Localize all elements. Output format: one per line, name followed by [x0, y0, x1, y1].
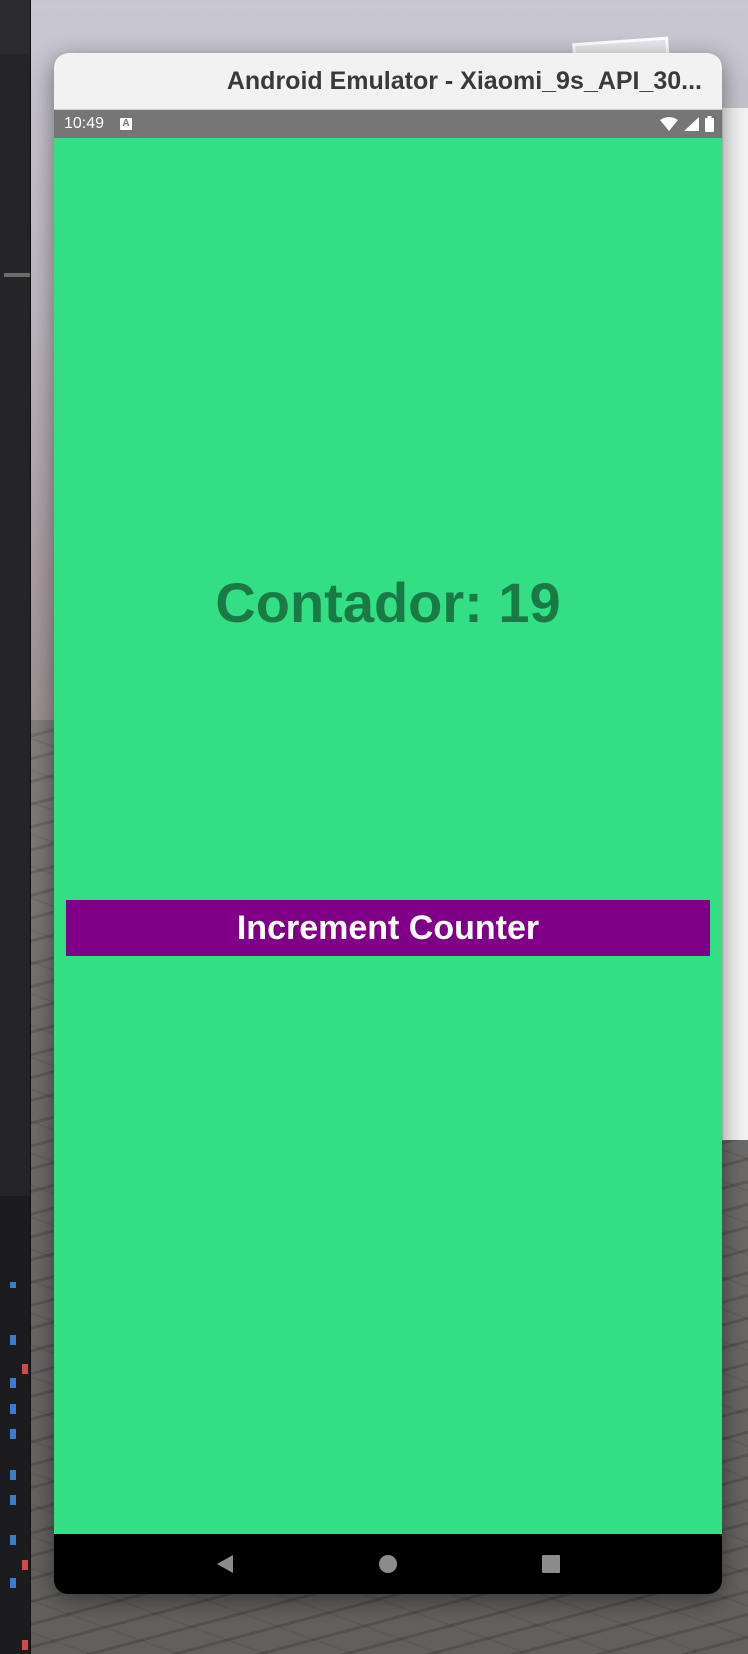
- android-emulator-window: Android Emulator - Xiaomi_9s_API_30... 1…: [54, 53, 722, 1594]
- ide-gutter-mark: [10, 1404, 16, 1414]
- ide-tab-indicator: [4, 273, 30, 277]
- ide-gutter-mark: [10, 1495, 16, 1505]
- wifi-icon: [660, 117, 678, 131]
- android-nav-bar: [54, 1534, 722, 1594]
- window-title: Android Emulator - Xiaomi_9s_API_30...: [226, 66, 702, 95]
- ide-toolbar: [0, 0, 30, 54]
- ide-gutter-mark: [22, 1364, 28, 1374]
- status-icons: [660, 116, 714, 132]
- ide-gutter-mark: [10, 1578, 16, 1588]
- recents-button[interactable]: [531, 1544, 571, 1584]
- ide-gutter-mark: [10, 1282, 16, 1288]
- back-button[interactable]: [205, 1544, 245, 1584]
- ide-gutter-mark: [22, 1640, 28, 1650]
- recents-icon: [541, 1555, 560, 1573]
- emulator-titlebar[interactable]: Android Emulator - Xiaomi_9s_API_30...: [54, 53, 722, 110]
- android-status-bar: 10:49 A: [54, 110, 722, 138]
- counter-label: Contador: 19: [215, 571, 561, 634]
- ide-gutter-mark: [10, 1535, 16, 1545]
- ide-gutter-mark: [10, 1335, 16, 1345]
- battery-icon: [705, 116, 714, 132]
- back-icon: [217, 1555, 234, 1573]
- ide-gutter-mark: [10, 1470, 16, 1480]
- signal-icon: [684, 117, 699, 131]
- background-window-partial: [722, 108, 748, 1140]
- notification-icon: A: [120, 118, 133, 130]
- ide-gutter-mark: [22, 1560, 28, 1570]
- ide-panel: [0, 54, 30, 1196]
- ide-gutter-mark: [10, 1378, 16, 1388]
- app-screen: Contador: 19 Increment Counter: [54, 138, 722, 1534]
- home-button[interactable]: [368, 1544, 408, 1584]
- ide-gutter-mark: [10, 1429, 16, 1439]
- home-icon: [378, 1555, 397, 1573]
- status-time: 10:49: [64, 115, 105, 132]
- increment-counter-button[interactable]: Increment Counter: [66, 900, 710, 956]
- ide-window-partial: [0, 0, 31, 1654]
